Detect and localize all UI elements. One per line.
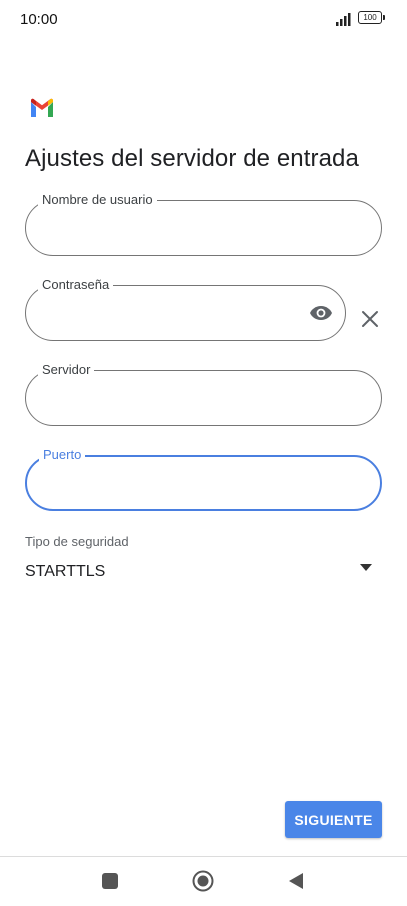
status-time: 10:00 <box>20 11 58 28</box>
signal-icon <box>336 13 351 26</box>
username-field[interactable]: Nombre de usuario <box>25 192 382 256</box>
next-button[interactable]: SIGUIENTE <box>285 801 382 838</box>
password-input[interactable] <box>44 298 288 330</box>
password-field[interactable]: Contraseña <box>25 277 346 341</box>
password-label: Contraseña <box>38 277 114 293</box>
gmail-logo <box>31 98 53 117</box>
status-bar: 10:00 100 <box>0 0 407 40</box>
port-input[interactable] <box>45 469 319 501</box>
port-label: Puerto <box>39 447 86 463</box>
recent-apps-icon[interactable] <box>102 873 118 889</box>
battery-level: 100 <box>363 13 377 22</box>
security-type-value: STARTTLS <box>25 563 106 580</box>
server-label: Servidor <box>38 362 95 378</box>
navigation-bar <box>0 857 407 906</box>
username-label: Nombre de usuario <box>38 192 157 208</box>
back-icon[interactable] <box>287 871 305 891</box>
port-field[interactable]: Puerto <box>25 447 382 511</box>
security-type-dropdown[interactable]: STARTTLS <box>25 560 377 588</box>
server-input[interactable] <box>44 383 318 415</box>
close-icon[interactable] <box>360 309 380 329</box>
username-input[interactable] <box>44 213 318 245</box>
eye-icon[interactable] <box>309 303 333 323</box>
home-icon[interactable] <box>192 870 214 892</box>
security-type-label: Tipo de seguridad <box>25 534 129 549</box>
dropdown-caret-icon <box>360 564 372 571</box>
battery-icon: 100 <box>358 11 385 24</box>
server-field[interactable]: Servidor <box>25 362 382 426</box>
page-title: Ajustes del servidor de entrada <box>25 145 359 172</box>
